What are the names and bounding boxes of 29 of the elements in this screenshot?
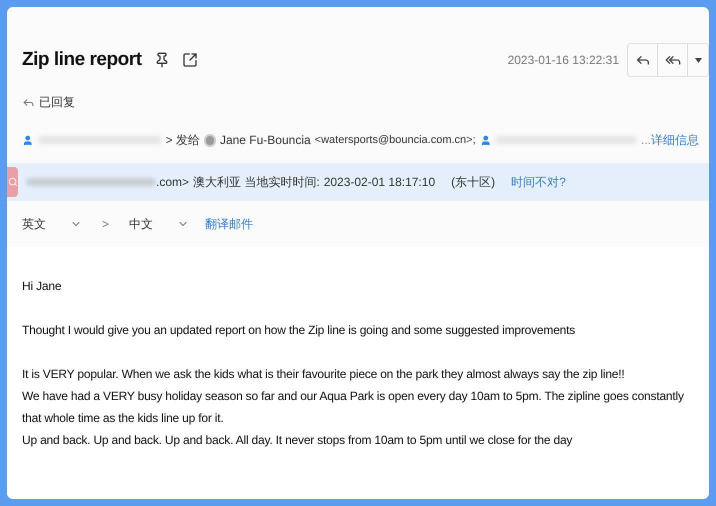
sender-email-tail: .com> xyxy=(156,174,190,191)
arrow-separator: > xyxy=(102,216,110,233)
search-icon xyxy=(8,177,18,187)
body-text: Up and back. Up and back. Up and back. All day. It never stops from 10am to 5pm until we close for the day xyxy=(22,432,574,449)
sent-to-label: > 发给 xyxy=(166,132,200,149)
body-text: Thought I would give you an updated report on how the Zip line is going and some suggested improvements xyxy=(22,322,576,339)
body-text: We have had a VERY busy holiday season so far and our Aqua Park is open every day 10am to 5pm. The zipline goes constantly that whole time as the kids line up for it. xyxy=(22,388,685,427)
pin-icon[interactable] xyxy=(154,52,170,68)
details-link[interactable]: 详细信息 xyxy=(651,131,699,149)
time-zone: (东十区) xyxy=(451,174,496,191)
body-text: It is VERY popular. When we ask the kids what is their favourite piece on the park they almost always say the zip line!! xyxy=(22,366,626,383)
person-icon xyxy=(480,134,492,146)
contact-avatar-icon xyxy=(204,134,216,146)
target-language[interactable]: 中文 xyxy=(129,215,154,233)
external-window-icon[interactable] xyxy=(182,52,198,68)
translate-link[interactable]: 翻译邮件 xyxy=(205,215,254,233)
recipient-email: <watersports@bouncia.com.cn>; xyxy=(314,132,476,148)
local-time: 2023-02-01 18:17:10 xyxy=(324,174,436,191)
wrong-time-link[interactable]: 时间不对? xyxy=(511,173,566,191)
caret-down-icon xyxy=(694,58,702,62)
replied-status: 已回复 xyxy=(39,94,75,111)
person-icon xyxy=(22,134,34,146)
source-language[interactable]: 英文 xyxy=(22,215,46,233)
more-recipients: ... xyxy=(640,132,651,149)
email-subject: Zip line report xyxy=(22,48,142,72)
body-text: Hi Jane xyxy=(22,278,62,295)
recipient-name: Jane Fu-Bouncia xyxy=(220,132,311,149)
email-date: 2023-01-16 13:22:31 xyxy=(508,52,619,69)
local-time-label: 澳大利亚 当地实时时间: xyxy=(193,174,320,191)
